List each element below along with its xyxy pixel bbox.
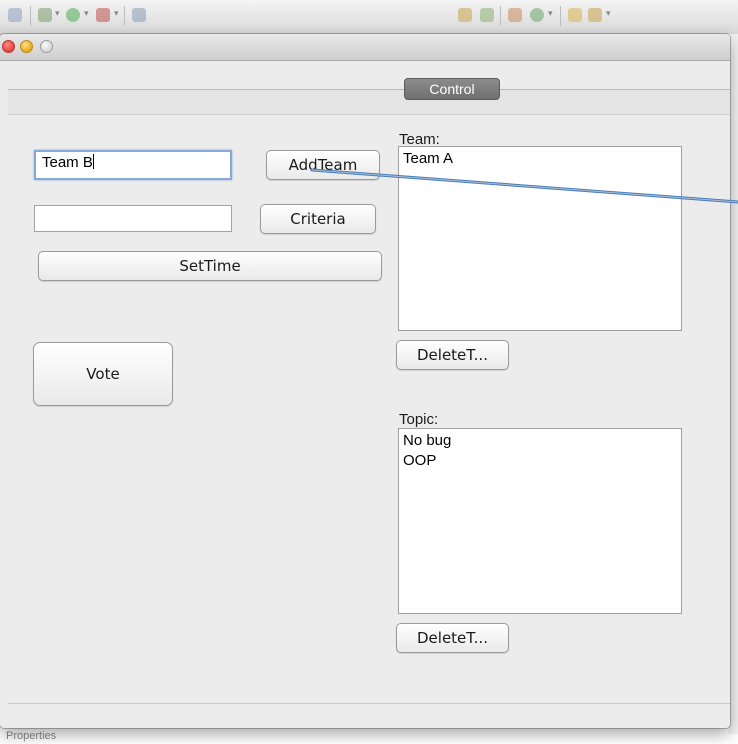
toolbar-separator [500, 6, 501, 26]
set-time-button[interactable]: SetTime [38, 251, 382, 281]
debug-icon [38, 8, 52, 22]
chevron-down-icon: ▾ [84, 9, 89, 19]
zoom-window-icon[interactable] [40, 40, 53, 53]
toolbar-separator [560, 6, 561, 26]
hash-icon [508, 8, 522, 22]
tab-band [8, 90, 730, 115]
binary-icon [8, 8, 22, 22]
criteria-button[interactable]: Criteria [260, 204, 376, 234]
toolbar-separator [124, 6, 125, 26]
chevron-down-icon: ▾ [114, 9, 119, 19]
text-caret [92, 154, 94, 169]
team-list[interactable]: Team A [398, 146, 682, 331]
refresh-icon [530, 8, 544, 22]
app-window: Control Team B AddTeam Criteria SetTime … [0, 34, 730, 728]
tab-control[interactable]: Control [404, 78, 500, 100]
search-icon [132, 8, 146, 22]
team-name-value: Team B [42, 154, 93, 171]
list-item[interactable]: Team A [403, 149, 677, 169]
criteria-input[interactable] [34, 205, 232, 232]
refactor-icon [458, 8, 472, 22]
delete-team-button[interactable]: DeleteT... [396, 340, 509, 370]
chevron-down-icon: ▾ [55, 9, 60, 19]
pencil-icon [588, 8, 602, 22]
vote-button[interactable]: Vote [33, 342, 173, 406]
topic-label: Topic: [399, 411, 439, 428]
topic-list[interactable]: No bug OOP [398, 428, 682, 614]
bottom-divider [8, 703, 730, 704]
add-team-button[interactable]: AddTeam [266, 150, 380, 180]
list-item[interactable]: OOP [403, 451, 677, 471]
chevron-down-icon: ▾ [548, 9, 553, 19]
background-ide-toolbar: ▾ ▾ ▾ ▾ ▾ [0, 0, 738, 35]
folder-icon [568, 8, 582, 22]
close-window-icon[interactable] [2, 40, 15, 53]
minimize-window-icon[interactable] [20, 40, 33, 53]
chevron-down-icon: ▾ [606, 9, 611, 19]
toolbar-separator [30, 6, 31, 26]
team-name-input[interactable]: Team B [34, 150, 232, 180]
background-properties-label: Properties [6, 730, 57, 742]
list-item[interactable]: No bug [403, 431, 677, 451]
external-tools-icon [96, 8, 110, 22]
run-icon [66, 8, 80, 22]
delete-topic-button[interactable]: DeleteT... [396, 623, 509, 653]
package-icon [480, 8, 494, 22]
title-bar[interactable] [0, 34, 730, 61]
